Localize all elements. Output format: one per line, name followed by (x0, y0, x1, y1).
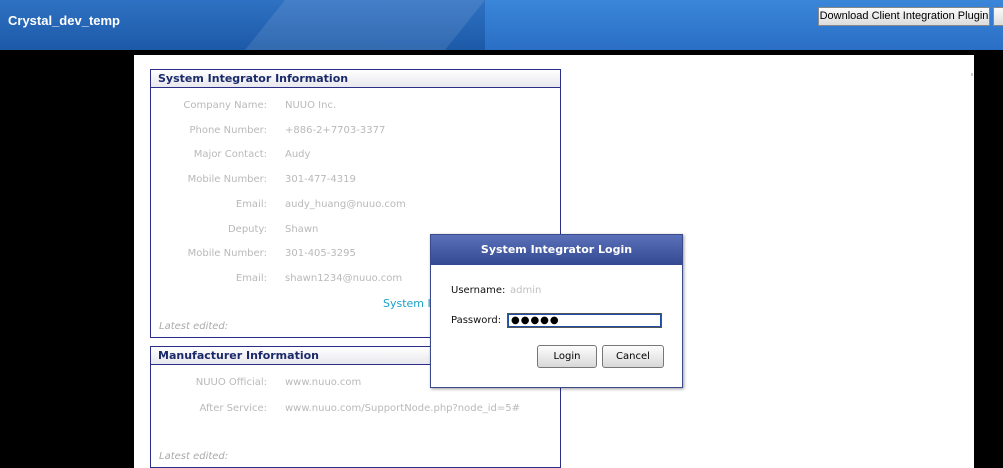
app-window: Crystal_dev_temp Download Client Integra… (0, 0, 1003, 468)
phone-number-label: Phone Number: (189, 125, 267, 136)
deputy-mobile-label: Mobile Number: (187, 248, 267, 259)
download-plugin-button[interactable]: Download Client Integration Plugin (818, 7, 990, 26)
dialog-title: System Integrator Login (431, 235, 682, 265)
company-name-value: NUUO Inc. (285, 100, 337, 111)
scroll-marker (971, 73, 973, 76)
toolbar-button-partial[interactable] (993, 7, 1003, 26)
deputy-email-value: shawn1234@nuuo.com (285, 273, 403, 284)
company-name-label: Company Name: (183, 100, 267, 111)
deputy-value: Shawn (285, 224, 319, 235)
top-bar: Crystal_dev_temp Download Client Integra… (0, 0, 1003, 50)
major-contact-value: Audy (285, 149, 311, 160)
username-value: admin (510, 285, 542, 296)
login-button[interactable]: Login (537, 345, 597, 368)
system-integrator-header: System Integrator Information (150, 69, 561, 88)
nuuo-official-value: www.nuuo.com (285, 377, 362, 388)
header-decoration (285, 0, 445, 50)
app-title: Crystal_dev_temp (8, 13, 120, 28)
login-dialog: System Integrator Login Username: admin … (430, 234, 683, 388)
deputy-email-label: Email: (235, 273, 267, 284)
password-field[interactable]: ●●●●● (507, 313, 662, 328)
latest-edited-label: Latest edited: (159, 321, 229, 332)
mobile-number-label: Mobile Number: (187, 174, 267, 185)
header-decoration (445, 0, 485, 50)
phone-number-value: +886-2+7703-3377 (285, 125, 386, 136)
cancel-button[interactable]: Cancel (602, 345, 664, 368)
nuuo-official-label: NUUO Official: (195, 377, 267, 388)
email-label: Email: (235, 199, 267, 210)
after-service-label: After Service: (199, 403, 267, 414)
manufacturer-latest-edited-label: Latest edited: (159, 451, 229, 462)
username-label: Username: (451, 285, 506, 296)
header-decoration (245, 0, 285, 50)
deputy-mobile-value: 301-405-3295 (285, 248, 356, 259)
after-service-value: www.nuuo.com/SupportNode.php?node_id=5# (285, 403, 521, 414)
password-label: Password: (451, 315, 502, 326)
email-value: audy_huang@nuuo.com (285, 199, 406, 210)
deputy-label: Deputy: (227, 224, 267, 235)
major-contact-label: Major Contact: (193, 149, 267, 160)
mobile-number-value: 301-477-4319 (285, 174, 356, 185)
